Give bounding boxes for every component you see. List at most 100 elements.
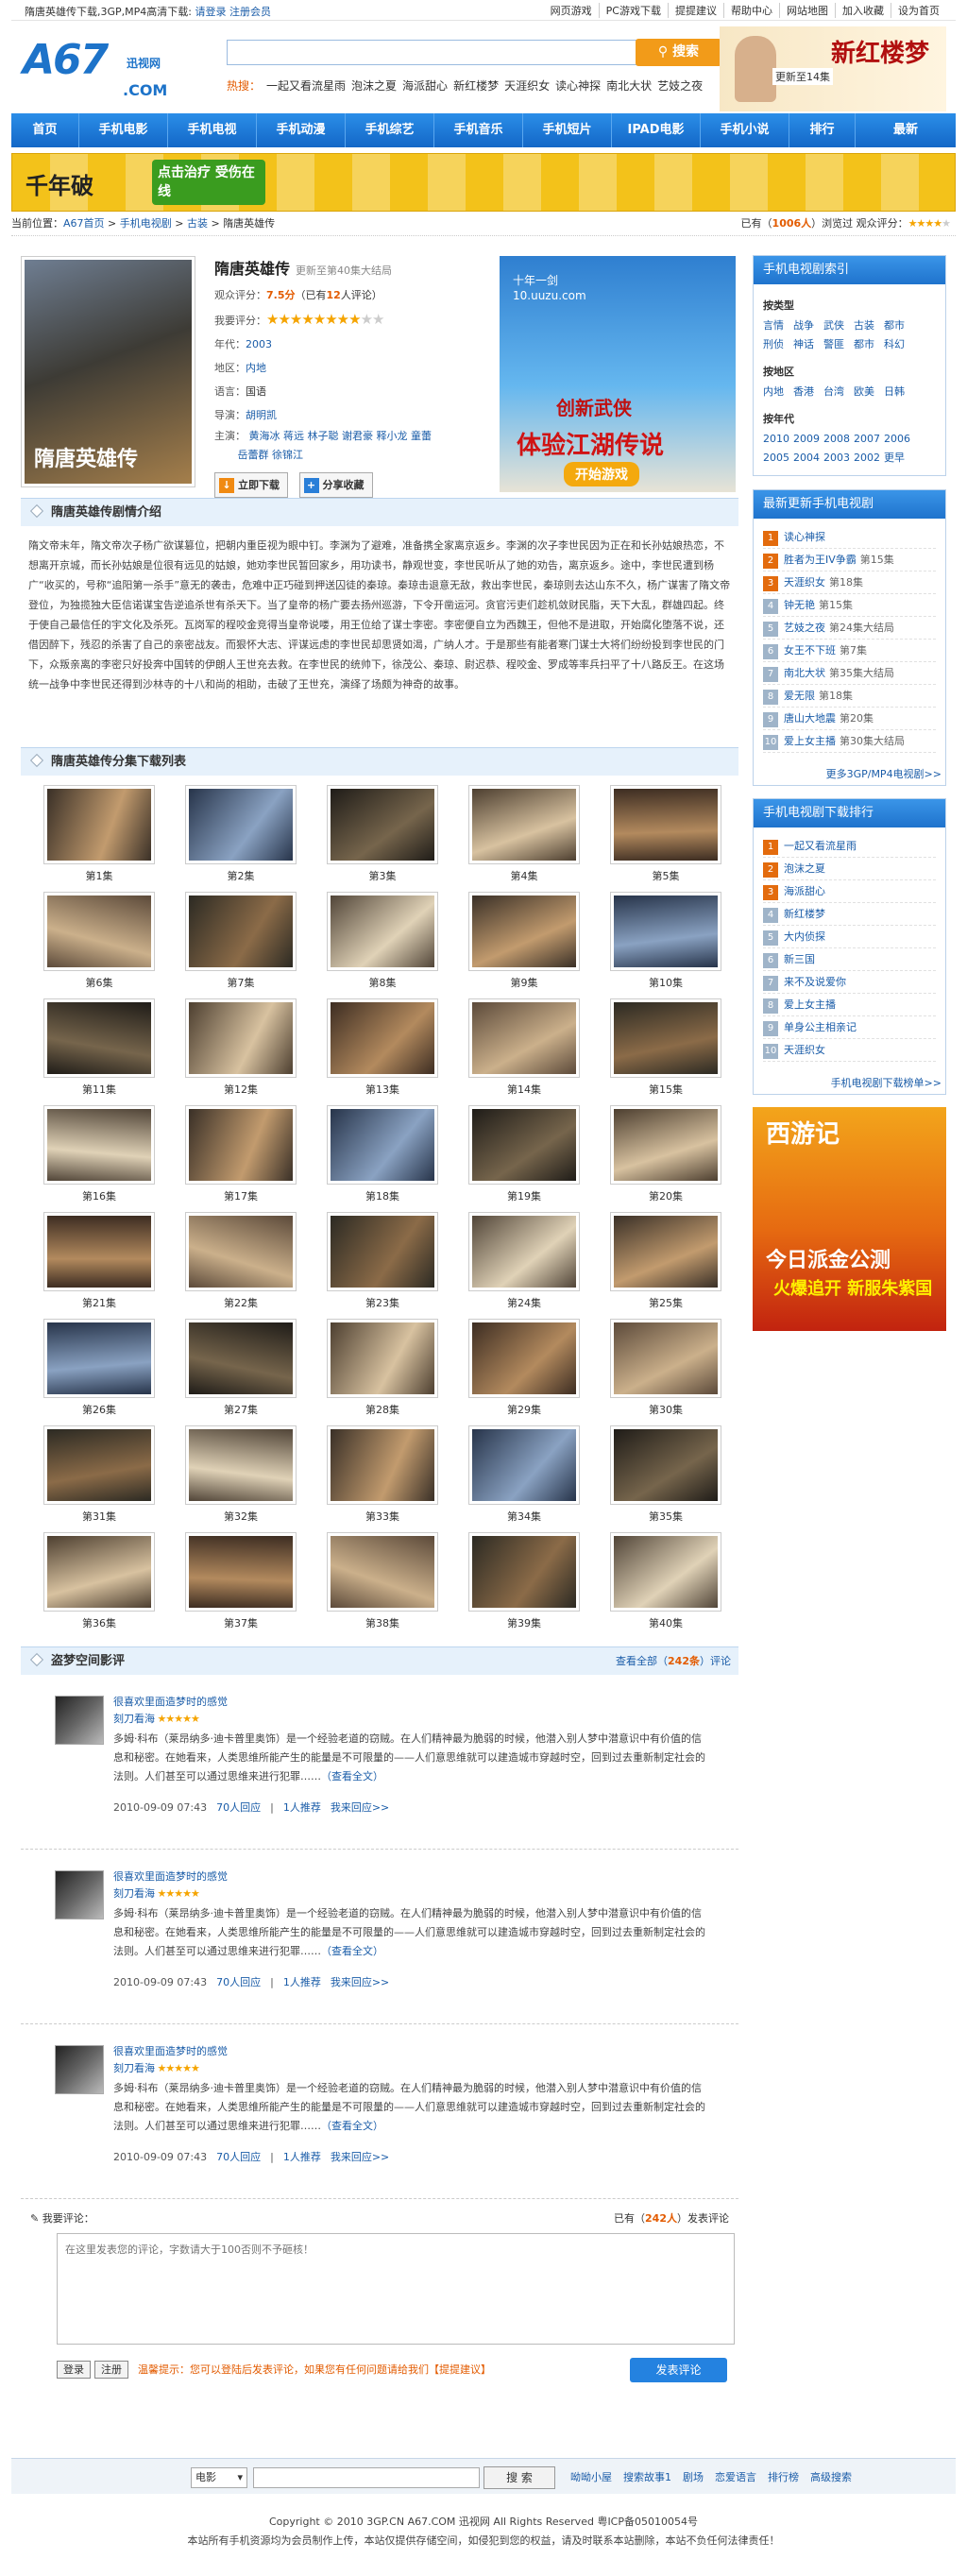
episode-item[interactable]: 第28集 (312, 1319, 453, 1425)
episode-thumbnail[interactable] (327, 1212, 438, 1291)
footer-link[interactable]: 高级搜索 (810, 2471, 852, 2483)
episode-item[interactable]: 第33集 (312, 1425, 453, 1532)
breadcrumb-link[interactable]: 古装 (187, 217, 208, 230)
episode-thumbnail[interactable] (43, 998, 155, 1078)
episode-label[interactable]: 第1集 (28, 868, 170, 883)
episode-item[interactable]: 第5集 (595, 785, 737, 892)
episode-item[interactable]: 第10集 (595, 892, 737, 998)
nav-item[interactable]: 最新 (856, 113, 956, 147)
episode-label[interactable]: 第15集 (595, 1082, 737, 1097)
episode-item[interactable]: 第24集 (453, 1212, 595, 1319)
login-link[interactable]: 请登录 (195, 6, 226, 18)
search-input[interactable] (228, 41, 634, 64)
nav-item[interactable]: IPAD电影 (612, 113, 701, 147)
episode-label[interactable]: 第21集 (28, 1295, 170, 1310)
download-button[interactable]: ↓ 立即下载 (214, 472, 288, 498)
review-reply-link[interactable]: 我来回应>> (331, 1801, 389, 1814)
footer-search-input[interactable] (253, 2467, 480, 2488)
rank-title[interactable]: 单身公主相亲记 (784, 1021, 857, 1033)
hot-search-link[interactable]: 海派甜心 (402, 79, 448, 93)
episode-label[interactable]: 第11集 (28, 1082, 170, 1097)
episode-label[interactable]: 第31集 (28, 1509, 170, 1524)
login-button[interactable]: 登录 (57, 2361, 91, 2379)
review-reply-link[interactable]: 我来回应>> (331, 2151, 389, 2163)
breadcrumb-link[interactable]: A67首页 (63, 217, 105, 230)
year-tag[interactable]: 2003 (823, 449, 854, 468)
latest-title[interactable]: 唐山大地震 (784, 712, 836, 725)
episode-item[interactable]: 第2集 (170, 785, 312, 892)
episode-item[interactable]: 第22集 (170, 1212, 312, 1319)
latest-item[interactable]: 2 胜者为王IV争霸 第15集 (763, 549, 936, 571)
type-tag[interactable]: 战争 (793, 316, 823, 335)
episode-label[interactable]: 第8集 (312, 975, 453, 990)
episode-item[interactable]: 第8集 (312, 892, 453, 998)
type-tag[interactable]: 武侠 (823, 316, 854, 335)
episode-thumbnail[interactable] (610, 1319, 721, 1398)
episode-thumbnail[interactable] (610, 1532, 721, 1612)
rank-title[interactable]: 天涯织女 (784, 1044, 825, 1056)
ad-start-button[interactable]: 开始游戏 (564, 462, 639, 486)
episode-item[interactable]: 第7集 (170, 892, 312, 998)
year-tag[interactable]: 2004 (793, 449, 823, 468)
episode-label[interactable]: 第12集 (170, 1082, 312, 1097)
review-more-link[interactable]: （查看全文） (321, 2120, 383, 2132)
hot-search-link[interactable]: 新红楼梦 (453, 79, 499, 93)
episode-thumbnail[interactable] (610, 998, 721, 1078)
episode-item[interactable]: 第17集 (170, 1105, 312, 1212)
episode-item[interactable]: 第18集 (312, 1105, 453, 1212)
footer-search-button[interactable]: 搜 索 (484, 2466, 555, 2489)
type-tag[interactable]: 都市 (884, 316, 914, 335)
rank-item[interactable]: 1 一起又看流星雨 (763, 835, 936, 858)
rank-item[interactable]: 10 天涯织女 (763, 1039, 936, 1062)
rank-title[interactable]: 一起又看流星雨 (784, 840, 857, 852)
episode-thumbnail[interactable] (468, 1319, 580, 1398)
episode-label[interactable]: 第36集 (28, 1615, 170, 1630)
type-tag[interactable]: 古装 (854, 316, 884, 335)
year-tag[interactable]: 2007 (854, 430, 884, 449)
top-link[interactable]: PC游戏下载 (598, 3, 668, 18)
region-tag[interactable]: 香港 (793, 383, 823, 401)
rank-item[interactable]: 9 单身公主相亲记 (763, 1016, 936, 1039)
episode-label[interactable]: 第3集 (312, 868, 453, 883)
rank-title[interactable]: 大内侦探 (784, 930, 825, 943)
episode-thumbnail[interactable] (468, 1105, 580, 1185)
episode-label[interactable]: 第6集 (28, 975, 170, 990)
episode-label[interactable]: 第14集 (453, 1082, 595, 1097)
year-tag[interactable]: 更早 (884, 449, 914, 468)
episode-label[interactable]: 第16集 (28, 1188, 170, 1203)
latest-title[interactable]: 胜者为王IV争霸 (784, 554, 857, 566)
top-link[interactable]: 设为首页 (891, 3, 946, 18)
episode-item[interactable]: 第34集 (453, 1425, 595, 1532)
episode-item[interactable]: 第36集 (28, 1532, 170, 1639)
review-recommend-link[interactable]: 1人推荐 (283, 1976, 321, 1988)
nav-item[interactable]: 手机小说 (701, 113, 789, 147)
episode-label[interactable]: 第24集 (453, 1295, 595, 1310)
rank-item[interactable]: 7 来不及说爱你 (763, 971, 936, 994)
episode-thumbnail[interactable] (185, 892, 297, 971)
rank-item[interactable]: 8 爱上女主播 (763, 994, 936, 1016)
episode-item[interactable]: 第31集 (28, 1425, 170, 1532)
latest-item[interactable]: 3 天涯织女 第18集 (763, 571, 936, 594)
cast-link[interactable]: 蒋远 (283, 430, 304, 442)
side-ad[interactable]: 西游记 今日派金公测 火爆追开 新服朱紫国 (753, 1107, 946, 1331)
type-tag[interactable]: 都市 (854, 335, 884, 354)
review-more-link[interactable]: （查看全文） (321, 1945, 383, 1957)
episode-item[interactable]: 第4集 (453, 785, 595, 892)
review-replies-link[interactable]: 70人回应 (216, 2151, 261, 2163)
episode-item[interactable]: 第9集 (453, 892, 595, 998)
episode-label[interactable]: 第7集 (170, 975, 312, 990)
episode-label[interactable]: 第25集 (595, 1295, 737, 1310)
episode-thumbnail[interactable] (468, 1425, 580, 1505)
episode-thumbnail[interactable] (185, 998, 297, 1078)
hot-search-link[interactable]: 一起又看流星雨 (266, 79, 346, 93)
region-tag[interactable]: 欧美 (854, 383, 884, 401)
episode-item[interactable]: 第35集 (595, 1425, 737, 1532)
avatar[interactable] (55, 2045, 104, 2094)
episode-label[interactable]: 第22集 (170, 1295, 312, 1310)
episode-label[interactable]: 第10集 (595, 975, 737, 990)
episode-thumbnail[interactable] (327, 1319, 438, 1398)
year-tag[interactable]: 2010 (763, 430, 793, 449)
nav-item[interactable]: 手机综艺 (346, 113, 434, 147)
rank-more-link[interactable]: 手机电视剧下载榜单>> (754, 1069, 945, 1094)
episode-label[interactable]: 第4集 (453, 868, 595, 883)
